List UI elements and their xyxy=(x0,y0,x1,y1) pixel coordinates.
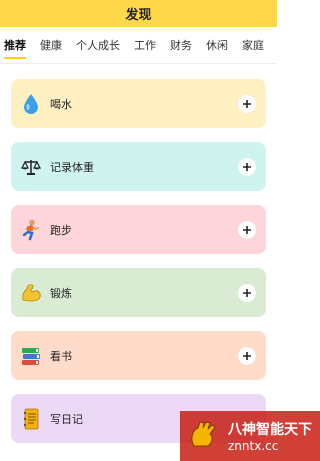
add-habit-button[interactable] xyxy=(238,157,256,176)
plus-icon xyxy=(243,162,251,171)
tab-work[interactable]: 工作 xyxy=(134,31,156,59)
top-bar: 发现 xyxy=(0,0,277,27)
runner-icon xyxy=(20,219,42,241)
habit-card-label: 写日记 xyxy=(50,412,83,426)
books-icon xyxy=(20,345,42,367)
habit-card-label: 跑步 xyxy=(50,223,72,237)
plus-icon xyxy=(243,99,251,108)
water-drop-icon xyxy=(20,93,42,115)
habit-card-label: 喝水 xyxy=(50,97,72,111)
habit-card-label: 记录体重 xyxy=(50,160,94,174)
habit-list: 喝水 记录体重 跑步 锻炼 看书 写日记 xyxy=(0,64,277,443)
tab-finance[interactable]: 财务 xyxy=(170,31,192,59)
habit-card-running[interactable]: 跑步 xyxy=(11,205,266,254)
add-habit-button[interactable] xyxy=(238,94,256,113)
tab-family[interactable]: 家庭 xyxy=(242,31,264,59)
habit-card-reading[interactable]: 看书 xyxy=(11,331,266,380)
notebook-icon xyxy=(20,408,42,430)
habit-card-record-weight[interactable]: 记录体重 xyxy=(11,142,266,191)
scale-icon xyxy=(20,156,42,178)
plus-icon xyxy=(243,351,251,360)
plus-icon xyxy=(243,288,251,297)
watermark-url: znntx.cc xyxy=(228,439,279,453)
habit-card-exercise[interactable]: 锻炼 xyxy=(11,268,266,317)
flexed-biceps-icon xyxy=(20,282,42,304)
add-habit-button[interactable] xyxy=(238,283,256,302)
page-title: 发现 xyxy=(125,8,152,23)
tab-health[interactable]: 健康 xyxy=(40,31,62,59)
hand-logo-icon xyxy=(191,421,216,447)
add-habit-button[interactable] xyxy=(238,346,256,365)
tab-personal-growth[interactable]: 个人成长 xyxy=(76,31,120,59)
watermark: 八神智能天下 znntx.cc xyxy=(180,411,320,461)
habit-card-label: 锻炼 xyxy=(50,286,72,300)
habit-card-label: 看书 xyxy=(50,349,72,363)
habit-card-drink-water[interactable]: 喝水 xyxy=(11,79,266,128)
category-tabs: 推荐 健康 个人成长 工作 财务 休闲 家庭 xyxy=(0,27,277,64)
tab-leisure[interactable]: 休闲 xyxy=(206,31,228,59)
watermark-title: 八神智能天下 xyxy=(228,422,312,438)
plus-icon xyxy=(243,225,251,234)
add-habit-button[interactable] xyxy=(238,220,256,239)
tab-recommended[interactable]: 推荐 xyxy=(4,31,26,59)
